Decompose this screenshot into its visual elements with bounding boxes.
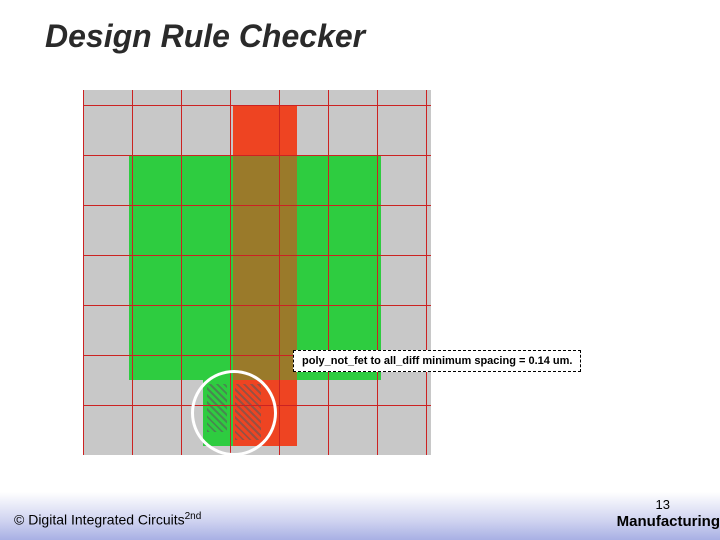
copyright-main: © Digital Integrated Circuits — [14, 512, 185, 528]
layout-canvas — [83, 90, 431, 455]
slide-title: Design Rule Checker — [45, 18, 365, 55]
gate-overlap — [233, 156, 297, 380]
copyright-text: © Digital Integrated Circuits2nd — [14, 511, 201, 528]
copyright-edition: 2nd — [185, 511, 202, 522]
drc-error-message: poly_not_fet to all_diff minimum spacing… — [293, 350, 581, 372]
error-highlight-circle — [191, 370, 277, 456]
section-label: Manufacturing — [617, 513, 720, 530]
slide-number: 13 — [656, 497, 670, 512]
